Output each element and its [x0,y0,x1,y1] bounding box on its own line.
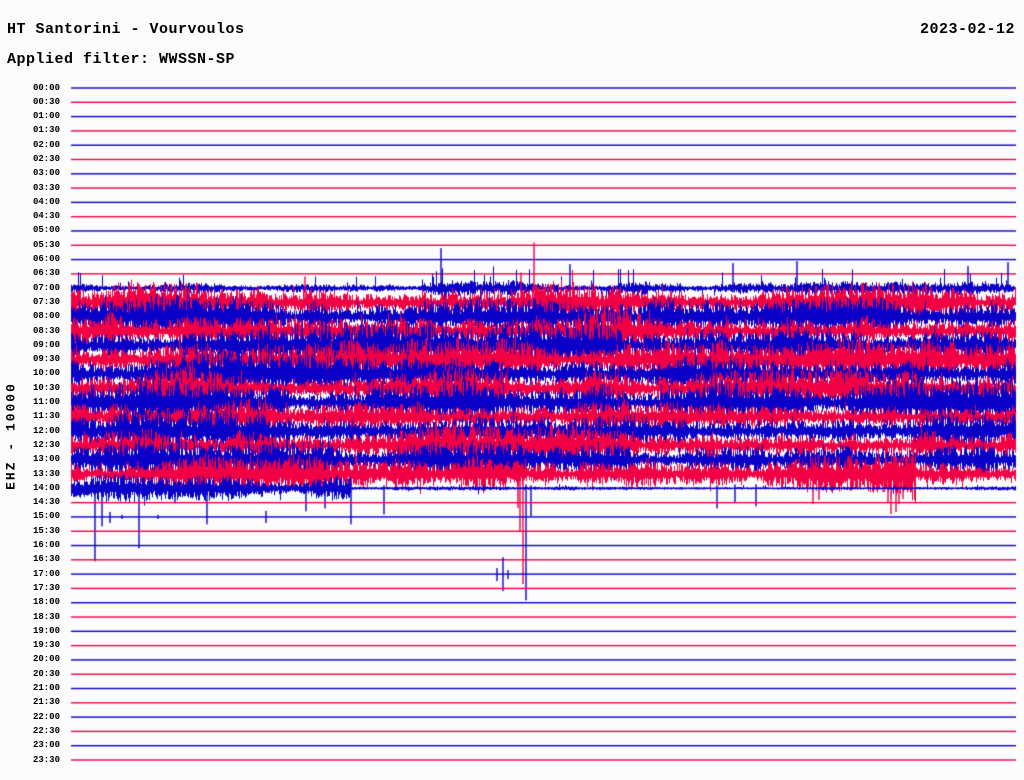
helicorder-page: HT Santorini - Vourvoulos 2023-02-12 App… [0,0,1024,780]
seismogram-traces [0,0,1024,780]
